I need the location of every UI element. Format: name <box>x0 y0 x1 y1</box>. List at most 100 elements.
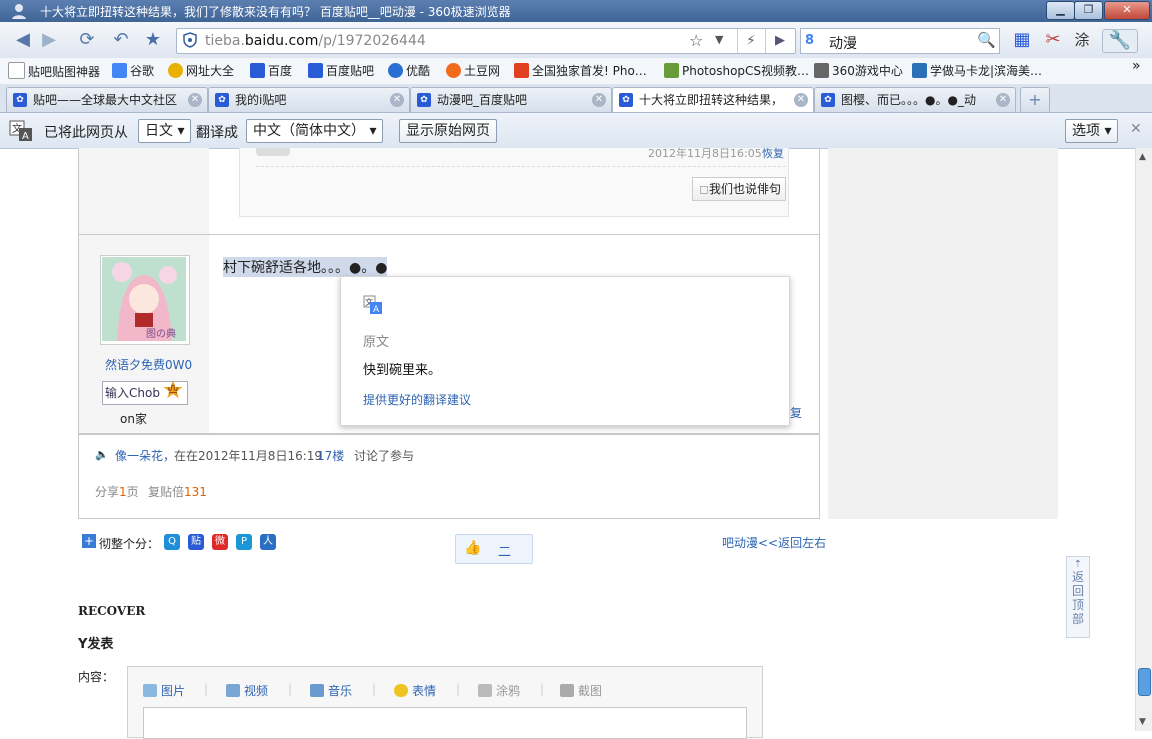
bookmark-item[interactable]: 贴吧贴图神器 <box>8 62 100 80</box>
bookmark-item[interactable]: 百度 <box>250 62 292 79</box>
search-engine-icon[interactable]: 8 <box>805 33 821 49</box>
insert-image-tool[interactable]: 图片 <box>143 682 185 699</box>
bookmark-item[interactable]: 360游戏中心 <box>814 62 903 79</box>
tab-anime-bar[interactable]: ✿ 动漫吧_百度贴吧 ✕ <box>410 87 612 112</box>
speech-bubble-icon: ◻ <box>699 182 709 196</box>
tab-close-icon[interactable]: ✕ <box>996 93 1010 107</box>
go-icon[interactable]: ▶ <box>765 29 794 53</box>
cleanup-icon[interactable]: ✂ <box>1042 29 1064 51</box>
tab-current-post[interactable]: ✿ 十大将立即扭转这种结果， ✕ <box>612 87 814 112</box>
refresh-icon[interactable]: ⟳ <box>76 29 98 51</box>
author-username[interactable]: 然语夕免费0W0 <box>105 356 192 373</box>
back-to-top-button[interactable]: ⇡ 返回顶部 <box>1066 556 1090 638</box>
tudou-icon <box>446 63 461 78</box>
renren-share-icon[interactable]: 人 <box>260 534 276 550</box>
smiley-icon <box>394 684 408 697</box>
translate-middle: 翻译成 <box>196 125 238 141</box>
minimize-button[interactable]: ▁ <box>1046 1 1075 20</box>
original-heading: 原文 <box>363 335 390 350</box>
reply-textarea[interactable] <box>143 707 747 739</box>
reply-heading: Y发表 <box>78 637 114 652</box>
user-avatar-icon[interactable] <box>10 2 28 20</box>
vertical-scrollbar[interactable]: ▲ ▼ <box>1135 148 1152 731</box>
address-bar[interactable]: tieba.baidu.com/p/1972026444 ☆ ▼ ⚡ ▶ <box>176 28 796 54</box>
close-translate-icon[interactable]: ✕ <box>1130 121 1142 137</box>
undo-icon[interactable]: ↶ <box>110 29 132 51</box>
like-button[interactable]: 👍 二 <box>455 534 533 564</box>
tools-wrench-icon[interactable]: 🔧 <box>1102 29 1138 53</box>
search-input[interactable]: 动漫 <box>829 33 857 53</box>
tab-tieba-home[interactable]: ✿ 贴吧——全球最大中文社区 ✕ <box>6 87 208 112</box>
svg-text:A: A <box>22 131 29 142</box>
bookmark-item[interactable]: 土豆网 <box>446 62 500 79</box>
bookmark-item[interactable]: PhotoshopCS视频教… <box>664 62 809 79</box>
tab-sakura-post[interactable]: ✿ 图樱、而已。。。●。●_动 ✕ <box>814 87 1016 112</box>
options-button[interactable]: 选项 ▾ <box>1065 119 1119 143</box>
insert-emoji-tool[interactable]: 表情 <box>394 682 436 699</box>
comment-reply-link[interactable]: 恢复 <box>762 145 784 161</box>
google-translate-icon: 文 A <box>363 295 382 315</box>
author-info: 图の典 然语夕免费0W0 输入Chob 四 on家 <box>79 235 209 433</box>
reply-author-link[interactable]: 像一朵花， <box>115 447 175 464</box>
weibo-share-icon[interactable]: 微 <box>212 534 228 550</box>
share-plus-icon[interactable]: + <box>82 534 96 548</box>
tieba-share-icon[interactable]: 贴 <box>188 534 204 550</box>
reply-heading-en: RECOVER <box>78 604 146 618</box>
scrollbar-thumb[interactable] <box>1138 668 1151 696</box>
tab-close-icon[interactable]: ✕ <box>592 93 606 107</box>
say-haiku-button[interactable]: ◻我们也说俳句 <box>692 177 786 201</box>
search-box[interactable]: 8 动漫 🔍 <box>800 28 1000 54</box>
favorite-star-icon[interactable]: ★ <box>142 29 164 51</box>
bookmark-item[interactable]: 谷歌 <box>112 62 154 79</box>
tab-my-itieba[interactable]: ✿ 我的i贴吧 ✕ <box>208 87 410 112</box>
translate-prefix: 已将此网页从 <box>44 125 128 141</box>
screenshot-tool[interactable]: 截图 <box>560 682 602 699</box>
tab-close-icon[interactable]: ✕ <box>390 93 404 107</box>
bookmark-item[interactable]: 优酷 <box>388 62 430 79</box>
google-icon <box>112 63 127 78</box>
back-to-bar-link[interactable]: 吧动漫<<返回左右 <box>722 534 826 551</box>
qzone-share-icon[interactable]: Q <box>164 534 180 550</box>
close-window-button[interactable]: ✕ <box>1104 1 1150 20</box>
music-note-icon <box>310 684 324 697</box>
new-tab-button[interactable]: + <box>1020 87 1050 112</box>
baidu-paw-icon: ✿ <box>821 93 835 107</box>
avatar[interactable]: 图の典 <box>100 255 190 345</box>
bookmark-item[interactable]: 网址大全 <box>168 62 234 79</box>
target-language-select[interactable]: 中文（简体中文） ▾ <box>246 119 384 143</box>
apps-grid-icon[interactable]: ▦ <box>1011 29 1033 51</box>
bookmarks-more-icon[interactable]: » <box>1132 58 1141 74</box>
insert-video-tool[interactable]: 视频 <box>226 682 268 699</box>
bookmark-item[interactable]: 学做马卡龙|滨海美… <box>912 62 1042 79</box>
scroll-down-icon[interactable]: ▼ <box>1139 717 1146 727</box>
forward-icon[interactable]: ▶ <box>38 29 60 51</box>
bookmark-item[interactable]: 百度贴吧 <box>308 62 374 79</box>
source-language-select[interactable]: 日文 ▾ <box>138 119 192 143</box>
tencent-share-icon[interactable]: P <box>236 534 252 550</box>
page-icon <box>8 62 25 79</box>
reply-link[interactable]: 复 <box>790 404 802 421</box>
maximize-button[interactable]: ❐ <box>1074 1 1103 20</box>
speed-mode-icon[interactable]: ⚡ <box>737 29 764 53</box>
tab-close-icon[interactable]: ✕ <box>188 93 202 107</box>
suggest-translation-link[interactable]: 提供更好的翻译建议 <box>363 391 471 408</box>
graffiti-icon[interactable]: 涂 <box>1071 29 1093 51</box>
translation-popup: 文 A 原文 快到碗里来。 提供更好的翻译建议 <box>340 276 790 426</box>
graffiti-tool[interactable]: 涂鸦 <box>478 682 520 699</box>
repost-stat: 复贴倍131 <box>148 485 207 499</box>
scroll-up-icon[interactable]: ▲ <box>1139 152 1146 162</box>
tab-close-icon[interactable]: ✕ <box>794 93 808 107</box>
bookmark-item[interactable]: 全国独家首发! Pho… <box>514 62 647 79</box>
floor-number[interactable]: 17楼 <box>317 447 344 464</box>
insert-music-tool[interactable]: 音乐 <box>310 682 352 699</box>
bookmark-star-icon[interactable]: ☆ <box>689 31 703 50</box>
screenshot-icon <box>560 684 574 697</box>
site-icon <box>664 63 679 78</box>
back-icon[interactable]: ◀ <box>12 29 34 51</box>
reply-time: 在在2012年11月8日16:19 <box>174 449 323 463</box>
url-dropdown-icon[interactable]: ▼ <box>715 33 723 46</box>
show-original-button[interactable]: 显示原始网页 <box>399 119 497 143</box>
youku-icon <box>388 63 403 78</box>
original-text: 快到碗里来。 <box>363 363 442 378</box>
search-icon[interactable]: 🔍 <box>977 31 996 49</box>
